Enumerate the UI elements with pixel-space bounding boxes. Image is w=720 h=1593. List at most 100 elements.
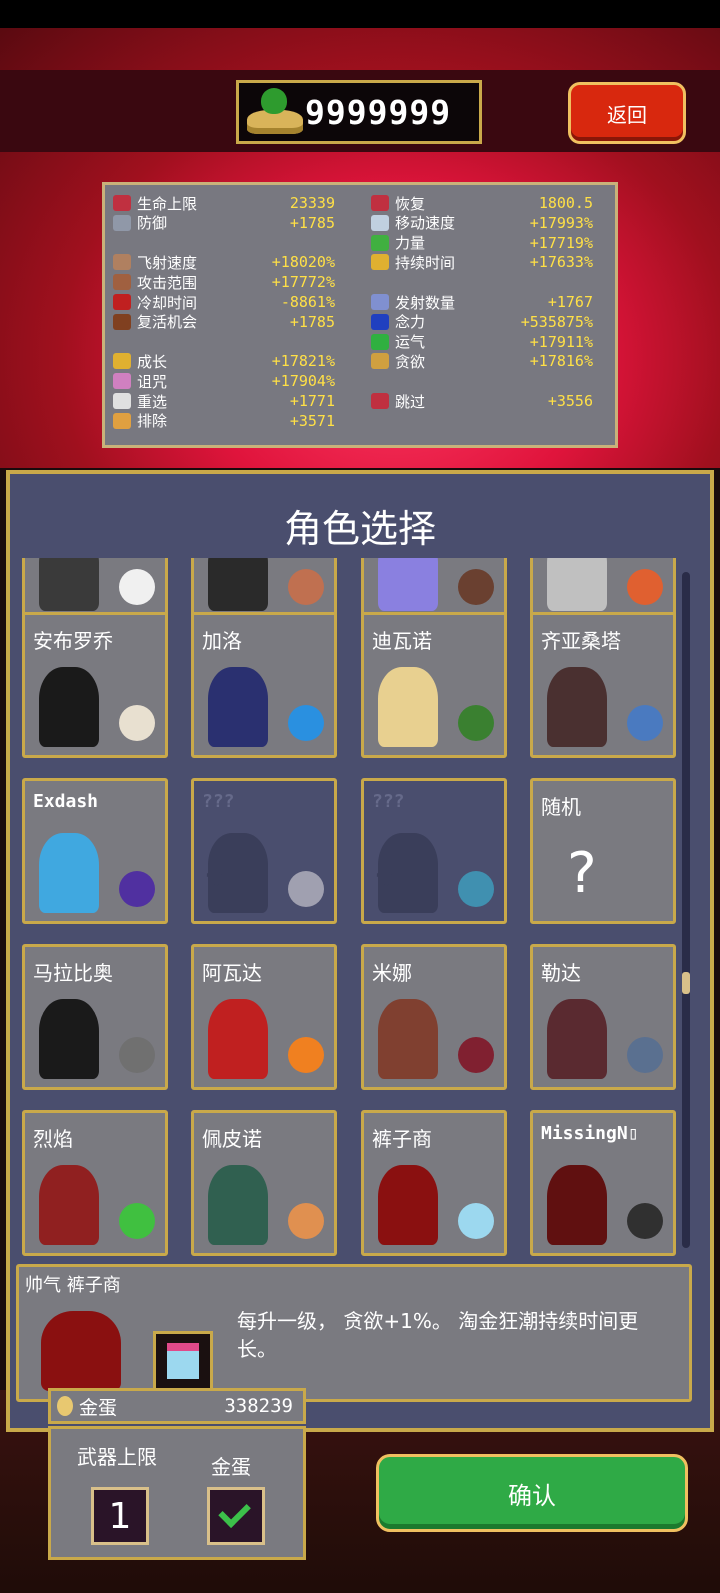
stat-value: +1767 — [547, 293, 593, 311]
stat-label: 重选 — [137, 392, 168, 411]
stat-value: +18020% — [271, 253, 335, 272]
character-card[interactable]: 安布罗乔 — [22, 612, 168, 758]
stat-value: -8861% — [280, 293, 335, 311]
stat-value: +3571 — [289, 411, 335, 430]
starting-weapon-icon — [288, 569, 324, 605]
character-card[interactable]: 勒达 — [530, 944, 676, 1090]
character-card[interactable]: 马拉比奥 — [22, 944, 168, 1090]
character-card[interactable]: 佩皮诺 — [191, 1110, 337, 1256]
character-name: 随机 — [541, 795, 581, 819]
selected-character-portrait — [41, 1311, 121, 1391]
leaf-icon — [371, 234, 389, 251]
stat-value: +1771 — [289, 392, 335, 410]
stat-label: 发射数量 — [395, 293, 456, 312]
starting-weapon-icon — [119, 705, 155, 741]
scrollbar[interactable] — [682, 572, 690, 1248]
stat-label: 力量 — [395, 234, 426, 253]
starting-weapon-icon — [119, 871, 155, 907]
starting-weapon-icon — [458, 705, 494, 741]
selected-character-name: 帅气 裤子商 — [25, 1275, 121, 1296]
dice-icon — [113, 393, 131, 409]
question-mark-icon: ? — [567, 841, 597, 906]
recovery-heart-icon — [371, 195, 389, 211]
character-portrait — [547, 999, 607, 1079]
character-card[interactable]: ???? — [191, 778, 337, 924]
character-card[interactable]: ???? — [361, 778, 507, 924]
character-card[interactable]: Exdash — [22, 778, 168, 924]
character-portrait — [378, 667, 438, 747]
character-card-random[interactable]: 随机? — [530, 778, 676, 924]
golden-egg-counter: 金蛋 338239 — [48, 1388, 306, 1424]
starting-weapon-icon — [458, 569, 494, 605]
stat-value: +17911% — [529, 332, 593, 351]
character-name: ??? — [202, 791, 235, 812]
character-card[interactable]: 齐亚桑塔 — [530, 612, 676, 758]
stat-row: 重选 +1771 — [113, 391, 335, 411]
golden-egg-option-label: 金蛋 — [211, 1455, 251, 1479]
character-name: Exdash — [33, 791, 99, 812]
stat-row: 生命上限 23339 — [113, 193, 335, 213]
heart-icon — [113, 195, 131, 211]
stat-value: +17719% — [529, 233, 593, 252]
stat-row: 发射数量 +1767 — [371, 292, 593, 312]
hourglass-icon — [371, 254, 389, 271]
stat-label: 贪欲 — [395, 352, 426, 371]
stat-value: +17993% — [529, 213, 593, 232]
character-description: 帅气 裤子商 每升一级， 贪欲+1%。 淘金狂潮持续时间更长。 — [16, 1264, 692, 1402]
starting-weapon-icon — [288, 1037, 324, 1073]
selected-character-description: 每升一级， 贪欲+1%。 淘金狂潮持续时间更长。 — [237, 1309, 639, 1361]
stat-value: 1800.5 — [538, 194, 593, 212]
scrollbar-thumb[interactable] — [682, 972, 690, 994]
stat-label: 防御 — [137, 214, 168, 233]
golden-egg-value: 338239 — [224, 1395, 293, 1417]
stat-label: 跳过 — [395, 392, 426, 411]
confirm-button[interactable]: 确认 — [376, 1454, 688, 1532]
starting-weapon-icon — [288, 705, 324, 741]
character-portrait — [39, 667, 99, 747]
cooldown-icon — [113, 294, 131, 310]
stat-value: +1785 — [289, 312, 335, 331]
stat-label: 生命上限 — [137, 194, 198, 213]
back-button[interactable]: 返回 — [568, 82, 686, 144]
character-name: MissingN▯ — [541, 1123, 639, 1144]
greed-mask-icon — [371, 353, 389, 370]
stat-row: 飞射速度 +18020% — [113, 252, 335, 272]
character-portrait — [378, 1165, 438, 1245]
stat-label: 冷却时间 — [137, 293, 198, 312]
character-portrait — [39, 999, 99, 1079]
clover-icon — [371, 333, 389, 350]
starting-weapon-icon — [627, 1037, 663, 1073]
question-mark-icon: ? — [204, 865, 226, 911]
weapon-limit-value: 1 — [108, 1495, 132, 1537]
character-name: 安布罗乔 — [33, 629, 113, 653]
stat-row: 念力 +535875% — [371, 312, 593, 332]
character-name: 马拉比奥 — [33, 961, 113, 985]
character-name: ??? — [372, 791, 405, 812]
magnet-icon — [371, 313, 389, 330]
golden-egg-checkbox[interactable] — [207, 1487, 265, 1545]
stat-row: 贪欲 +17816% — [371, 351, 593, 371]
starting-weapon-icon — [458, 1037, 494, 1073]
stat-row: 防御 +1785 — [113, 213, 335, 233]
character-card[interactable]: 迪瓦诺 — [361, 612, 507, 758]
character-card[interactable]: 米娜 — [361, 944, 507, 1090]
stat-row: 排除 +3571 — [113, 411, 335, 431]
stat-label: 排除 — [137, 412, 168, 431]
starting-weapon-icon — [627, 569, 663, 605]
weapon-limit-selector[interactable]: 1 — [91, 1487, 149, 1545]
character-card[interactable]: 加洛 — [191, 612, 337, 758]
character-name: 勒达 — [541, 961, 581, 985]
starting-weapon-icon — [627, 1203, 663, 1239]
character-portrait — [39, 833, 99, 913]
character-card[interactable]: 阿瓦达 — [191, 944, 337, 1090]
character-grid: 安布罗乔 加洛 迪瓦诺 齐亚桑塔 Exdash???????? 随机? 马拉比奥 阿瓦达 米娜勒… — [16, 558, 686, 1278]
stat-label: 运气 — [395, 333, 426, 352]
character-card[interactable]: MissingN▯ — [530, 1110, 676, 1256]
stat-label: 移动速度 — [395, 214, 456, 233]
starting-weapon-icon — [288, 1203, 324, 1239]
character-card[interactable]: 烈焰 — [22, 1110, 168, 1256]
armor-icon — [113, 214, 131, 231]
character-card[interactable]: 裤子商 — [361, 1110, 507, 1256]
crown-icon — [113, 353, 131, 370]
character-portrait — [547, 558, 607, 611]
